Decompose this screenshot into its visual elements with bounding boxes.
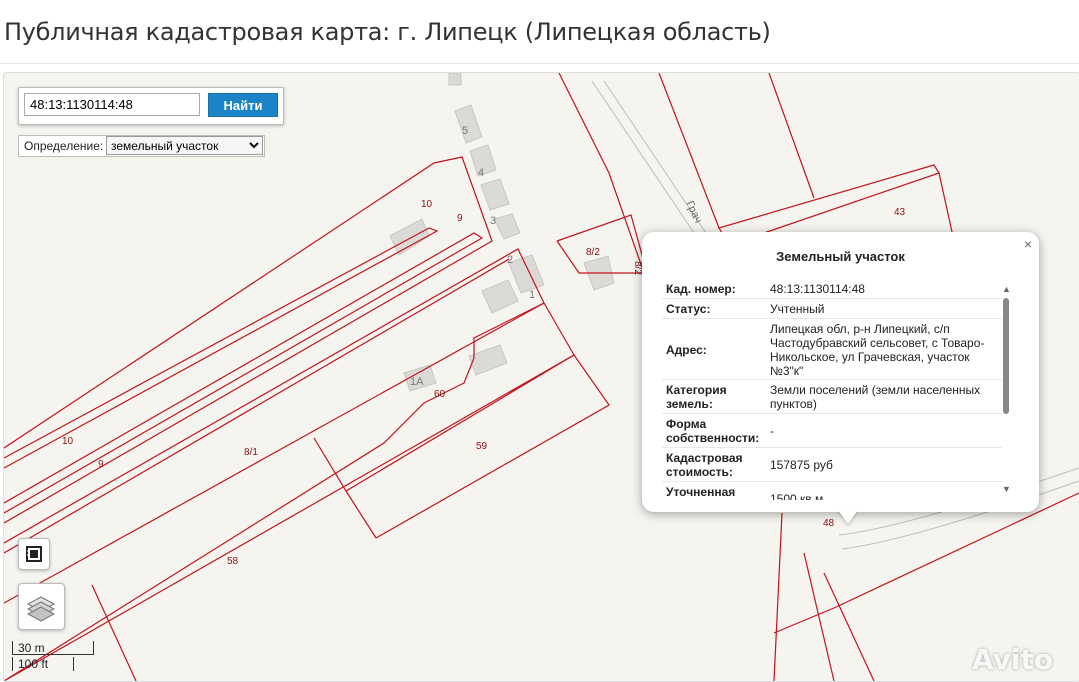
parcel-label: 10: [62, 436, 74, 447]
building-number: 4: [478, 167, 484, 179]
info-key: Категория земель:: [666, 383, 727, 411]
parcel-label: 8/1: [244, 447, 258, 458]
measure-button[interactable]: [18, 538, 50, 570]
parcel-label: 10: [421, 199, 433, 210]
parcel-label: 9: [98, 459, 104, 470]
building-number: 5: [462, 125, 468, 137]
parcel-label: 60: [434, 389, 446, 400]
parcel-label: 9: [457, 213, 463, 224]
scroll-down-icon[interactable]: ▼: [1002, 484, 1011, 494]
info-value: Учтенный: [770, 302, 825, 316]
layers-button[interactable]: [18, 583, 65, 630]
info-value: -: [770, 424, 774, 438]
info-value: Земли поселений (земли населенных пункто…: [770, 383, 981, 411]
parcel-label: 48: [823, 518, 835, 529]
definition-select[interactable]: земельный участок: [106, 136, 263, 155]
popup-scrollbar[interactable]: ▲ ▼: [1002, 284, 1012, 496]
popup-pointer: [838, 510, 858, 524]
info-row-ownership: Форма собственности: -: [662, 414, 1002, 448]
page-title: Публичная кадастровая карта: г. Липецк (…: [4, 18, 771, 46]
popup-body[interactable]: Кад. номер: 48:13:1130114:48 Статус: Учт…: [662, 278, 1002, 500]
info-row-address: Адрес: Липецкая обл, р-н Липецкий, с/п Ч…: [662, 319, 1002, 380]
search-button[interactable]: Найти: [208, 93, 278, 117]
info-key: Статус:: [666, 302, 711, 316]
ruler-icon: [26, 546, 42, 562]
info-key: Адрес:: [666, 342, 707, 357]
building-number: 1А: [410, 376, 424, 388]
info-key: Кад. номер:: [666, 281, 736, 296]
info-row-cadastral-value: Кадастровая стоимость: 157875 руб: [662, 448, 1002, 482]
info-value: Липецкая обл, р-н Липецкий, с/п Частодуб…: [770, 321, 985, 378]
search-panel: Найти: [18, 87, 284, 125]
info-value: 157875 руб: [770, 458, 833, 472]
definition-label: Определение:: [24, 139, 104, 153]
close-icon[interactable]: ×: [1024, 236, 1032, 252]
parcel-label: 59: [476, 441, 488, 452]
info-row-cadastral-number: Кад. номер: 48:13:1130114:48: [662, 278, 1002, 299]
info-value: 1500 кв.м: [770, 492, 824, 500]
info-value: 48:13:1130114:48: [770, 281, 865, 296]
search-input[interactable]: [24, 93, 200, 116]
parcel-label: 43: [894, 207, 906, 218]
info-key: Уточненная площадь:: [666, 485, 736, 500]
info-row-status: Статус: Учтенный: [662, 299, 1002, 319]
definition-panel: Определение: земельный участок: [18, 135, 265, 157]
scroll-thumb[interactable]: [1003, 298, 1009, 414]
parcel-popup: Земельный участок × Кад. номер: 48:13:11…: [642, 232, 1039, 512]
parcel-label: 58: [227, 556, 239, 567]
building-number: 3: [490, 215, 496, 227]
layers-icon: [26, 596, 56, 622]
scale-metric: 30 m: [12, 641, 94, 655]
buildings: [389, 73, 615, 392]
title-divider: [0, 63, 1079, 64]
info-key: Форма собственности:: [666, 417, 760, 445]
info-row-land-category: Категория земель: Земли поселений (земли…: [662, 380, 1002, 414]
parcel-label: 8/2: [586, 247, 600, 258]
building-number: 1: [529, 289, 535, 301]
info-row-area: Уточненная площадь: 1500 кв.м: [662, 482, 1002, 500]
scale-imperial: 100 ft: [12, 657, 74, 671]
building-number: 2: [507, 254, 513, 266]
building-numbers: 5 4 3 2 1 1А: [410, 125, 535, 388]
scale-bar: 30 m 100 ft: [12, 641, 96, 675]
popup-title: Земельный участок: [776, 249, 905, 264]
scroll-up-icon[interactable]: ▲: [1002, 284, 1011, 294]
info-key: Кадастровая стоимость:: [666, 451, 743, 479]
avito-watermark: Avito: [972, 643, 1054, 676]
